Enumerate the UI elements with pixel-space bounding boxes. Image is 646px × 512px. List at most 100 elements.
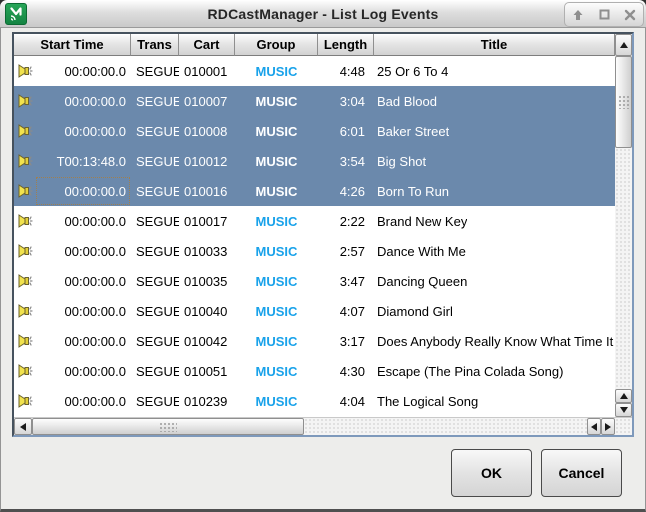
start-time-cell: 00:00:00.0 [14, 56, 131, 86]
table-header: Start Time Trans Cart Group Length Title [14, 34, 632, 56]
title-cell: 25 Or 6 To 4 [374, 56, 448, 86]
length-cell: 6:01 [318, 116, 374, 146]
scroll-right-button[interactable] [601, 418, 615, 435]
table-row[interactable]: 00:00:00.0 SEGUE 010035 MUSIC 3:47 Danci… [14, 266, 615, 296]
maximize-button[interactable] [593, 4, 615, 25]
thumb-grip-icon [618, 95, 630, 109]
up-arrow-icon [620, 42, 628, 48]
speaker-icon [17, 62, 35, 80]
speaker-icon [17, 212, 35, 230]
speaker-icon [17, 332, 35, 350]
length-cell: 3:54 [318, 146, 374, 176]
length-cell: 3:17 [318, 326, 374, 356]
table-row[interactable]: 00:00:00.0 SEGUE 010033 MUSIC 2:57 Dance… [14, 236, 615, 266]
group-cell: MUSIC [235, 206, 318, 236]
title-cell: Does Anybody Really Know What Time It Is [374, 326, 615, 356]
close-button[interactable] [619, 4, 641, 25]
trans-cell: SEGUE [131, 236, 179, 266]
cart-cell: 010008 [179, 116, 235, 146]
speaker-icon [17, 272, 35, 290]
column-header-length[interactable]: Length [318, 34, 374, 56]
horizontal-scrollbar-thumb[interactable] [32, 418, 304, 435]
group-cell: MUSIC [235, 56, 318, 86]
start-time-cell: 00:00:00.0 [14, 236, 131, 266]
column-header-title[interactable]: Title [374, 34, 615, 56]
trans-cell: SEGUE [131, 56, 179, 86]
trans-cell: SEGUE [131, 146, 179, 176]
start-time-cell: 00:00:00.0 [14, 266, 131, 296]
up-arrow-icon [620, 393, 628, 399]
shade-button[interactable] [567, 4, 589, 25]
group-cell: MUSIC [235, 326, 318, 356]
vertical-scrollbar[interactable] [615, 56, 632, 417]
table-row[interactable]: 00:00:00.0 SEGUE 010239 MUSIC 4:04 The L… [14, 386, 615, 416]
length-cell: 2:57 [318, 236, 374, 266]
table-row[interactable]: 00:00:00.0 SEGUE 010016 MUSIC 4:26 Born … [14, 176, 615, 206]
title-cell: Dancing Queen [374, 266, 467, 296]
left-arrow-icon [20, 423, 26, 431]
group-cell: MUSIC [235, 356, 318, 386]
table-row[interactable]: 00:00:00.0 SEGUE 010051 MUSIC 4:30 Escap… [14, 356, 615, 386]
start-time-cell: 00:00:00.0 [14, 206, 131, 236]
table-row[interactable]: 00:00:00.0 SEGUE 010042 MUSIC 3:17 Does … [14, 326, 615, 356]
scroll-up-button-bottom[interactable] [615, 389, 632, 403]
horizontal-scrollbar[interactable] [14, 417, 632, 435]
scroll-left-button-right[interactable] [587, 418, 601, 435]
cancel-button[interactable]: Cancel [541, 449, 622, 497]
title-cell: Baker Street [374, 116, 449, 146]
length-cell: 3:47 [318, 266, 374, 296]
speaker-icon [17, 92, 35, 110]
length-cell: 2:22 [318, 206, 374, 236]
title-cell: The Logical Song [374, 386, 478, 416]
title-cell: Diamond Girl [374, 296, 453, 326]
trans-cell: SEGUE [131, 206, 179, 236]
cart-cell: 010016 [179, 176, 235, 206]
group-cell: MUSIC [235, 86, 318, 116]
log-events-table: Start Time Trans Cart Group Length Title… [12, 32, 634, 437]
column-header-cart[interactable]: Cart [179, 34, 235, 56]
start-time-cell: 00:00:00.0 [14, 356, 131, 386]
column-header-start-time[interactable]: Start Time [14, 34, 131, 56]
ok-button[interactable]: OK [451, 449, 532, 497]
table-row[interactable]: 00:00:00.0 SEGUE 010008 MUSIC 6:01 Baker… [14, 116, 615, 146]
shade-arrow-icon [572, 9, 584, 21]
title-cell: Dance With Me [374, 236, 466, 266]
vertical-scrollbar-thumb[interactable] [615, 56, 632, 148]
table-row[interactable]: 00:00:00.0 SEGUE 010040 MUSIC 4:07 Diamo… [14, 296, 615, 326]
speaker-icon [17, 362, 35, 380]
speaker-icon [17, 182, 35, 200]
speaker-icon [17, 122, 35, 140]
cart-cell: 010033 [179, 236, 235, 266]
table-row[interactable]: 00:00:00.0 SEGUE 010017 MUSIC 2:22 Brand… [14, 206, 615, 236]
table-row[interactable]: 00:00:00.0 SEGUE 010001 MUSIC 4:48 25 Or… [14, 56, 615, 86]
column-header-trans[interactable]: Trans [131, 34, 179, 56]
vertical-scrollbar-track[interactable] [615, 148, 632, 389]
title-cell: Brand New Key [374, 206, 467, 236]
length-cell: 4:48 [318, 56, 374, 86]
start-time-cell: T00:13:48.0 [14, 146, 131, 176]
start-time-cell: 00:00:00.0 [14, 296, 131, 326]
scroll-left-button[interactable] [14, 418, 32, 435]
group-cell: MUSIC [235, 116, 318, 146]
table-row[interactable]: T00:13:48.0 SEGUE 010012 MUSIC 3:54 Big … [14, 146, 615, 176]
column-header-group[interactable]: Group [235, 34, 318, 56]
speaker-icon [17, 392, 35, 410]
start-time-cell: 00:00:00.0 [14, 326, 131, 356]
title-cell: Bad Blood [374, 86, 437, 116]
cart-cell: 010051 [179, 356, 235, 386]
trans-cell: SEGUE [131, 116, 179, 146]
trans-cell: SEGUE [131, 326, 179, 356]
scroll-up-button[interactable] [615, 34, 632, 56]
scroll-down-button[interactable] [615, 403, 632, 417]
rdcastmanager-window: RDCastManager - List Log Events [0, 0, 646, 512]
scrollbar-corner [615, 418, 632, 435]
cart-cell: 010001 [179, 56, 235, 86]
table-row[interactable]: 00:00:00.0 SEGUE 010007 MUSIC 3:04 Bad B… [14, 86, 615, 116]
trans-cell: SEGUE [131, 386, 179, 416]
trans-cell: SEGUE [131, 266, 179, 296]
horizontal-scrollbar-track[interactable] [304, 418, 587, 435]
cart-cell: 010042 [179, 326, 235, 356]
titlebar[interactable]: RDCastManager - List Log Events [0, 0, 646, 28]
group-cell: MUSIC [235, 236, 318, 266]
length-cell: 4:30 [318, 356, 374, 386]
